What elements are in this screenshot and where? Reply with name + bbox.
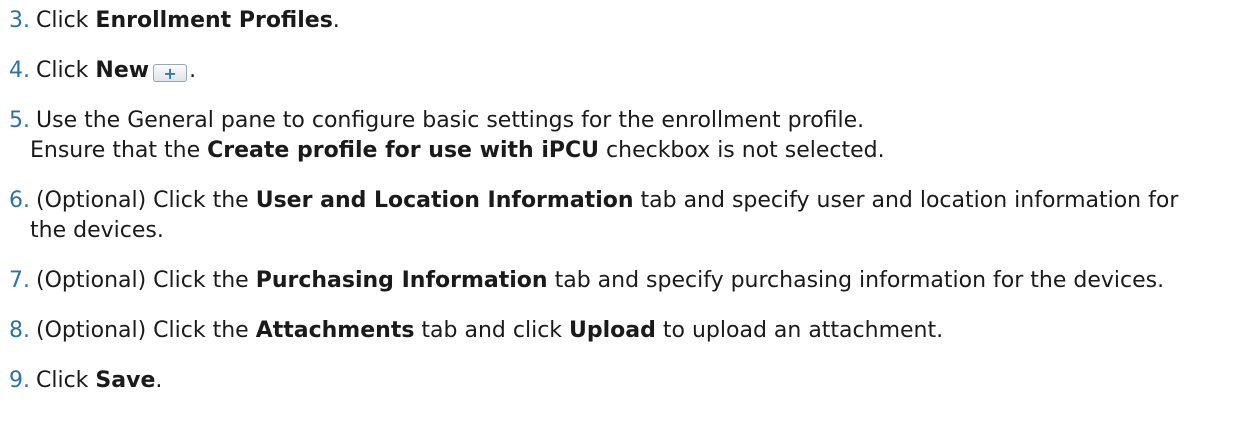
step-text: the devices.	[30, 218, 164, 243]
step-text: to upload an attachment.	[655, 318, 944, 343]
plus-icon: +	[153, 64, 188, 83]
ui-term-purchasing-info: Purchasing Information	[255, 268, 548, 293]
step-text: (Optional) Click the	[36, 318, 256, 343]
step-6: 6. (Optional) Click the User and Location…	[9, 186, 1254, 246]
step-text: (Optional) Click the	[36, 188, 256, 213]
step-9: 9. Click Save.	[9, 366, 1254, 396]
step-9-line: 9. Click Save.	[9, 366, 1254, 396]
step-7-line: 7. (Optional) Click the Purchasing Inform…	[9, 266, 1254, 296]
step-6-line-1: 6. (Optional) Click the User and Location…	[9, 186, 1254, 216]
ui-term-user-location-info: User and Location Information	[255, 188, 634, 213]
step-number: 7.	[9, 268, 30, 293]
step-text: Ensure that the	[30, 138, 208, 163]
step-3-line: 3. Click Enrollment Profiles.	[9, 6, 1254, 36]
step-5-line-1: 5. Use the General pane to configure basi…	[9, 106, 1254, 136]
step-7: 7. (Optional) Click the Purchasing Inform…	[9, 266, 1254, 296]
step-4-line: 4. Click New +.	[9, 56, 1254, 86]
ui-term-create-profile-ipcu: Create profile for use with iPCU	[207, 138, 600, 163]
step-8: 8. (Optional) Click the Attachments tab a…	[9, 316, 1254, 346]
step-5: 5. Use the General pane to configure basi…	[9, 106, 1254, 166]
step-number: 3.	[9, 8, 30, 33]
step-8-line: 8. (Optional) Click the Attachments tab a…	[9, 316, 1254, 346]
step-number: 5.	[9, 108, 30, 133]
step-text: tab and click	[414, 318, 570, 343]
step-number: 8.	[9, 318, 30, 343]
step-number: 6.	[9, 188, 30, 213]
step-number: 4.	[9, 58, 30, 83]
step-text: Click	[36, 8, 96, 33]
step-3: 3. Click Enrollment Profiles.	[9, 6, 1254, 36]
ui-term-save: Save	[95, 368, 156, 393]
step-number: 9.	[9, 368, 30, 393]
ui-term-upload: Upload	[569, 318, 656, 343]
step-text: tab and specify user and location inform…	[633, 188, 1179, 213]
step-6-line-2: the devices.	[0, 216, 1254, 246]
step-text: Use the General pane to configure basic …	[36, 108, 865, 133]
ui-term-attachments: Attachments	[255, 318, 415, 343]
step-text: (Optional) Click the	[36, 268, 256, 293]
step-text: .	[332, 8, 340, 33]
ui-term-new: New	[95, 58, 150, 83]
step-text: .	[189, 58, 197, 83]
step-text: Click	[36, 58, 96, 83]
ui-term-enrollment-profiles: Enrollment Profiles	[95, 8, 333, 33]
step-text: checkbox is not selected.	[599, 138, 885, 163]
step-text: tab and specify purchasing information f…	[547, 268, 1165, 293]
step-5-line-2: Ensure that the Create profile for use w…	[0, 136, 1254, 166]
step-4: 4. Click New +.	[9, 56, 1254, 86]
step-text: .	[155, 368, 163, 393]
step-text: Click	[36, 368, 96, 393]
